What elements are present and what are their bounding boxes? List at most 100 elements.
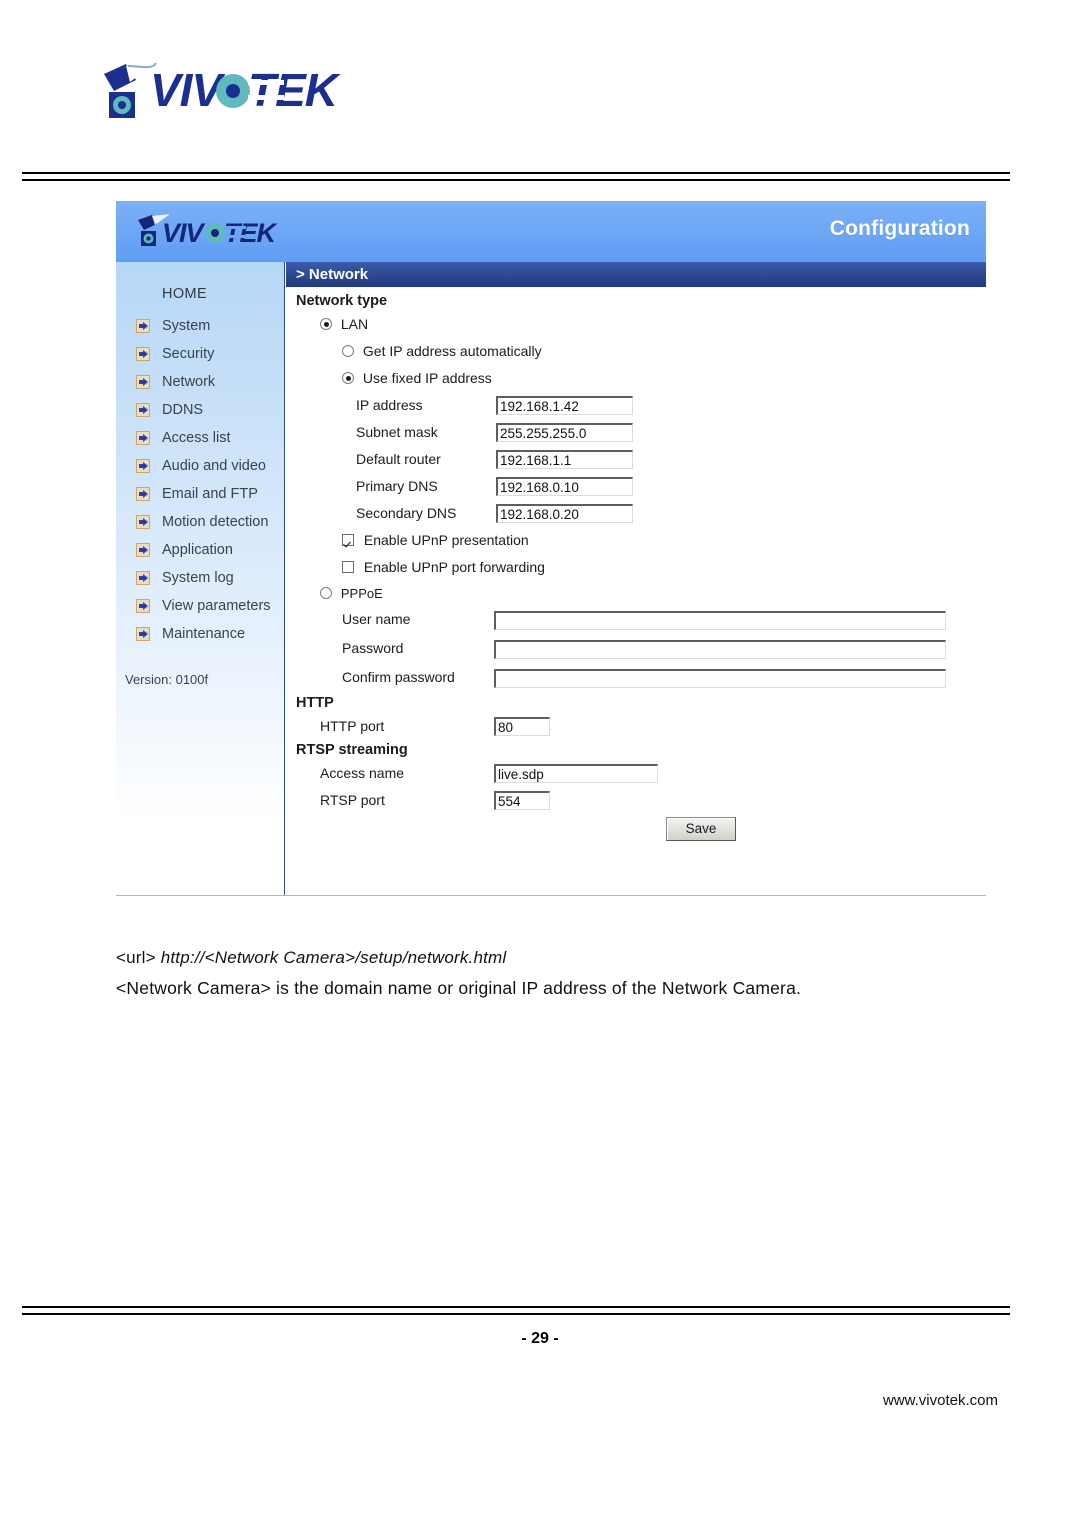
ip-address-input[interactable] bbox=[496, 396, 633, 415]
sidebar-nav-list: System Security Network DDNS Access list… bbox=[116, 312, 285, 648]
sidebar-item-email-and-ftp[interactable]: Email and FTP bbox=[116, 480, 285, 508]
sidebar-item-ddns[interactable]: DDNS bbox=[116, 396, 285, 424]
access-name-label: Access name bbox=[320, 765, 405, 781]
radio-get-ip-automatically-label: Get IP address automatically bbox=[362, 343, 542, 359]
default-router-input[interactable] bbox=[496, 450, 633, 469]
sidebar-item-label: View parameters bbox=[162, 598, 271, 614]
radio-use-fixed-ip[interactable] bbox=[342, 372, 354, 384]
caption-url-value: http://<Network Camera>/setup/network.ht… bbox=[160, 948, 507, 967]
sidebar-item-view-parameters[interactable]: View parameters bbox=[116, 592, 285, 620]
arrow-bullet-icon bbox=[136, 571, 150, 585]
sidebar-item-label: DDNS bbox=[162, 402, 204, 418]
page-number: - 29 - bbox=[521, 1330, 559, 1347]
caption-url-tag: <url> bbox=[116, 948, 156, 967]
sidebar: HOME System Security Network DDNS Access… bbox=[116, 262, 285, 895]
sidebar-item-system[interactable]: System bbox=[116, 312, 285, 340]
field-row-secondary-dns: Secondary DNS bbox=[286, 500, 986, 527]
subnet-mask-input[interactable] bbox=[496, 423, 633, 442]
checkbox-enable-upnp-presentation[interactable] bbox=[342, 534, 354, 546]
http-port-input[interactable] bbox=[494, 717, 550, 736]
confirm-password-input[interactable] bbox=[494, 669, 946, 688]
sidebar-item-label: Network bbox=[162, 374, 216, 390]
radio-row-pppoe[interactable]: PPPoE bbox=[286, 581, 986, 606]
arrow-bullet-icon bbox=[136, 515, 150, 529]
user-name-input[interactable] bbox=[494, 611, 946, 630]
arrow-bullet-icon bbox=[136, 431, 150, 445]
field-row-user-name: User name bbox=[286, 606, 986, 635]
sidebar-item-label: Security bbox=[162, 346, 215, 362]
field-row-ip-address: IP address bbox=[286, 392, 986, 419]
sidebar-item-label: Application bbox=[162, 542, 233, 558]
svg-text:TEK: TEK bbox=[224, 218, 279, 248]
sidebar-item-label: Email and FTP bbox=[162, 486, 258, 502]
checkbox-enable-upnp-port-forwarding[interactable] bbox=[342, 561, 354, 573]
field-row-password: Password bbox=[286, 635, 986, 664]
footer-divider bbox=[22, 1306, 1010, 1315]
field-row-http-port: HTTP port bbox=[286, 713, 986, 740]
http-port-label: HTTP port bbox=[320, 718, 385, 734]
sidebar-item-access-list[interactable]: Access list bbox=[116, 424, 285, 452]
checkbox-row-upnp-port-forwarding[interactable]: Enable UPnP port forwarding bbox=[286, 554, 986, 581]
sidebar-item-system-log[interactable]: System log bbox=[116, 564, 285, 592]
sidebar-item-motion-detection[interactable]: Motion detection bbox=[116, 508, 285, 536]
svg-text:VIV: VIV bbox=[162, 218, 206, 248]
svg-text:VIV: VIV bbox=[150, 64, 225, 116]
app-title: Configuration bbox=[829, 217, 970, 240]
subnet-mask-label: Subnet mask bbox=[356, 424, 438, 440]
sidebar-item-label: Audio and video bbox=[162, 458, 266, 474]
caption-url: <url> http://<Network Camera>/setup/netw… bbox=[116, 948, 506, 968]
radio-use-fixed-ip-label: Use fixed IP address bbox=[362, 370, 492, 386]
password-input[interactable] bbox=[494, 640, 946, 659]
ip-address-label: IP address bbox=[356, 397, 423, 413]
svg-text:TEK: TEK bbox=[248, 64, 341, 116]
field-row-subnet-mask: Subnet mask bbox=[286, 419, 986, 446]
sidebar-item-label: Motion detection bbox=[162, 514, 269, 530]
secondary-dns-input[interactable] bbox=[496, 504, 633, 523]
rtsp-port-input[interactable] bbox=[494, 791, 550, 810]
header-divider bbox=[22, 172, 1010, 181]
network-type-heading: Network type bbox=[296, 293, 388, 309]
field-row-confirm-password: Confirm password bbox=[286, 664, 986, 693]
sidebar-item-application[interactable]: Application bbox=[116, 536, 285, 564]
checkbox-enable-upnp-presentation-label: Enable UPnP presentation bbox=[363, 532, 529, 548]
primary-dns-label: Primary DNS bbox=[356, 478, 438, 494]
radio-row-get-ip-auto[interactable]: Get IP address automatically bbox=[286, 338, 986, 365]
radio-pppoe[interactable] bbox=[320, 587, 332, 599]
confirm-password-label: Confirm password bbox=[342, 669, 455, 685]
arrow-bullet-icon bbox=[136, 487, 150, 501]
sidebar-item-audio-and-video[interactable]: Audio and video bbox=[116, 452, 285, 480]
secondary-dns-label: Secondary DNS bbox=[356, 505, 457, 521]
arrow-bullet-icon bbox=[136, 627, 150, 641]
field-row-access-name: Access name bbox=[286, 760, 986, 787]
firmware-version: Version: 0100f bbox=[125, 672, 209, 687]
sidebar-item-label: System bbox=[162, 318, 211, 334]
radio-row-lan[interactable]: LAN bbox=[286, 311, 986, 338]
field-row-default-router: Default router bbox=[286, 446, 986, 473]
arrow-bullet-icon bbox=[136, 375, 150, 389]
document-logo: VIV TEK bbox=[96, 58, 346, 126]
radio-get-ip-automatically[interactable] bbox=[342, 345, 354, 357]
save-button[interactable]: Save bbox=[666, 817, 736, 841]
sidebar-item-security[interactable]: Security bbox=[116, 340, 285, 368]
primary-dns-input[interactable] bbox=[496, 477, 633, 496]
arrow-bullet-icon bbox=[136, 459, 150, 473]
default-router-label: Default router bbox=[356, 451, 441, 467]
access-name-input[interactable] bbox=[494, 764, 658, 783]
sidebar-item-network[interactable]: Network bbox=[116, 368, 285, 396]
sidebar-item-home[interactable]: HOME bbox=[162, 286, 207, 302]
password-label: Password bbox=[342, 640, 404, 656]
http-heading: HTTP bbox=[296, 695, 334, 711]
sidebar-item-maintenance[interactable]: Maintenance bbox=[116, 620, 285, 648]
radio-lan-label: LAN bbox=[340, 316, 369, 332]
radio-row-use-fixed-ip[interactable]: Use fixed IP address bbox=[286, 365, 986, 392]
field-row-rtsp-port: RTSP port bbox=[286, 787, 986, 814]
checkbox-enable-upnp-port-forwarding-label: Enable UPnP port forwarding bbox=[363, 559, 545, 575]
network-settings-form: Network type LAN Get IP address automati… bbox=[286, 287, 986, 846]
breadcrumb: > Network bbox=[286, 262, 986, 287]
caption-note: <Network Camera> is the domain name or o… bbox=[116, 978, 802, 998]
field-row-primary-dns: Primary DNS bbox=[286, 473, 986, 500]
checkbox-row-upnp-presentation[interactable]: Enable UPnP presentation bbox=[286, 527, 986, 554]
app-logo[interactable]: VIV TEK bbox=[134, 213, 299, 251]
radio-lan[interactable] bbox=[320, 318, 332, 330]
app-topbar: VIV TEK Configuration bbox=[116, 201, 986, 262]
